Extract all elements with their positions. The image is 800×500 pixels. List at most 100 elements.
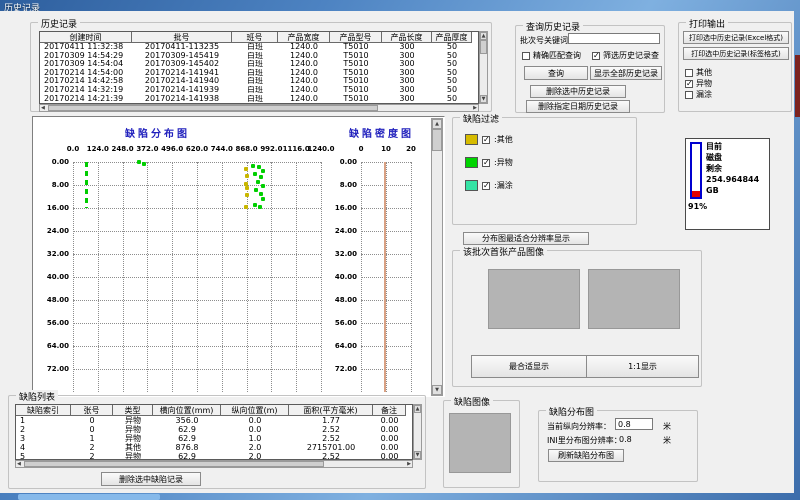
- column-header[interactable]: 产品厚度: [432, 32, 472, 43]
- fit-display-button[interactable]: 最合适显示: [471, 355, 587, 378]
- table-row[interactable]: 20170214 14:32:1920170214-141939白班1240.0…: [40, 86, 478, 95]
- table-cell: 0.00: [373, 452, 406, 460]
- checkbox-icon[interactable]: [482, 182, 490, 190]
- y-tick-label: 24.00: [39, 227, 69, 235]
- delete-defect-button[interactable]: 删除选中缺陷记录: [101, 472, 201, 486]
- table-cell: 20170214 14:21:39: [40, 95, 132, 104]
- table-cell: 1240.0: [278, 69, 330, 78]
- table-row[interactable]: 20170214 14:54:0020170214-141941白班1240.0…: [40, 69, 478, 78]
- scroll-right-icon[interactable]: ▶: [473, 105, 477, 112]
- table-row[interactable]: 20170214 14:21:3920170214-141938白班1240.0…: [40, 95, 478, 104]
- table-row[interactable]: 42其他876.82.02715701.000.00: [16, 443, 412, 452]
- table-row[interactable]: 20170214 14:42:5820170214-141940白班1240.0…: [40, 77, 478, 86]
- table-cell: T5010: [330, 60, 382, 69]
- scroll-up-icon[interactable]: ▲: [414, 405, 421, 413]
- checkbox-icon[interactable]: [482, 159, 490, 167]
- unit-label: 米: [663, 421, 671, 432]
- show-all-button[interactable]: 显示全部历史记录: [590, 66, 662, 80]
- checkbox-icon[interactable]: [522, 52, 530, 60]
- scroll-left-icon[interactable]: ◀: [17, 461, 21, 468]
- column-header[interactable]: 面积(平方毫米): [289, 405, 373, 416]
- checkbox-icon[interactable]: [482, 136, 490, 144]
- gridline: [73, 323, 321, 324]
- scroll-thumb[interactable]: [432, 129, 442, 151]
- print-filter-checkbox[interactable]: 漏涂: [685, 89, 712, 100]
- column-header[interactable]: 创建时间: [40, 32, 132, 43]
- column-header[interactable]: 产品长度: [382, 32, 432, 43]
- defect-vertical-scrollbar[interactable]: ▲ ▼: [413, 404, 422, 460]
- desktop-background-patch: [795, 55, 800, 117]
- scroll-thumb[interactable]: [48, 105, 378, 111]
- filter-history-checkbox[interactable]: 筛选历史记录查: [592, 50, 659, 61]
- defect-image-placeholder: [449, 413, 511, 473]
- defect-filter-group: 缺陷过滤 :其他:异物:漏涂: [452, 117, 637, 225]
- checkbox-icon[interactable]: [685, 80, 693, 88]
- table-cell: 20170214 14:42:58: [40, 77, 132, 86]
- scroll-up-icon[interactable]: ▲: [480, 32, 487, 40]
- gridline: [73, 254, 321, 255]
- column-header[interactable]: 纵向位置(m): [221, 405, 289, 416]
- chart-vertical-scrollbar[interactable]: ▲ ▼: [431, 118, 443, 396]
- scroll-thumb[interactable]: [24, 461, 324, 467]
- column-header[interactable]: 班号: [232, 32, 278, 43]
- column-header[interactable]: 产品宽度: [278, 32, 330, 43]
- legend-item: :其他: [465, 134, 513, 145]
- table-row[interactable]: 31异物62.91.02.520.00: [16, 434, 412, 443]
- defect-point: [244, 167, 248, 171]
- product-image-1: [488, 269, 580, 329]
- checkbox-icon[interactable]: [685, 69, 693, 77]
- column-header[interactable]: 批号: [132, 32, 232, 43]
- checkbox-icon[interactable]: [685, 91, 693, 99]
- scroll-down-icon[interactable]: ▼: [480, 95, 487, 103]
- print-label-button[interactable]: 打印选中历史记录(标签格式): [683, 47, 789, 60]
- column-header[interactable]: 备注: [373, 405, 406, 416]
- history-vertical-scrollbar[interactable]: ▲ ▼: [479, 31, 488, 104]
- refresh-distribution-button[interactable]: 刷新缺陷分布图: [548, 449, 624, 462]
- scroll-left-icon[interactable]: ◀: [41, 105, 45, 112]
- print-filter-checkbox[interactable]: 异物: [685, 78, 712, 89]
- legend-item: :漏涂: [465, 180, 513, 191]
- keyword-label: 批次号关键词: [520, 35, 568, 46]
- disk-space-gauge: 目前磁盘剩余254.964844GB 91%: [685, 138, 770, 230]
- table-row[interactable]: 20异物62.90.02.520.00: [16, 425, 412, 434]
- scroll-thumb[interactable]: [480, 40, 487, 54]
- current-resolution-input[interactable]: [615, 418, 653, 430]
- table-row[interactable]: 10异物356.00.01.770.00: [16, 416, 412, 425]
- table-cell: 2.0: [221, 452, 289, 460]
- table-row[interactable]: 20170309 14:54:2920170309-145419白班1240.0…: [40, 52, 478, 61]
- column-header[interactable]: 横向位置(mm): [153, 405, 221, 416]
- table-row[interactable]: 20170411 11:32:3820170411-113235白班1240.0…: [40, 43, 478, 52]
- scroll-up-icon[interactable]: ▲: [432, 119, 442, 129]
- column-header[interactable]: 缺陷索引: [16, 405, 71, 416]
- checkbox-icon[interactable]: [592, 52, 600, 60]
- table-cell: 50: [432, 77, 472, 86]
- x-tick-label: 1240.0: [305, 145, 337, 153]
- scroll-down-icon[interactable]: ▼: [414, 451, 421, 459]
- column-header[interactable]: 张号: [71, 405, 113, 416]
- exact-match-checkbox[interactable]: 精确匹配查询: [522, 50, 581, 61]
- delete-selected-history-button[interactable]: 删除选中历史记录: [530, 85, 626, 98]
- table-row[interactable]: 52异物62.92.02.520.00: [16, 452, 412, 460]
- one-to-one-display-button[interactable]: 1:1显示: [586, 355, 699, 378]
- table-row[interactable]: 20170309 14:54:0420170309-145402白班1240.0…: [40, 60, 478, 69]
- best-resolution-button[interactable]: 分布图最适合分辨率显示: [463, 232, 589, 245]
- query-button[interactable]: 查询: [524, 66, 588, 80]
- print-excel-button[interactable]: 打印选中历史记录(Excel格式): [683, 31, 789, 44]
- scroll-down-icon[interactable]: ▼: [432, 385, 442, 395]
- table-cell: 20170309 14:54:29: [40, 52, 132, 61]
- gridline: [361, 185, 411, 186]
- table-cell: 20170214 14:54:00: [40, 69, 132, 78]
- defect-table[interactable]: 缺陷索引张号类型横向位置(mm)纵向位置(m)面积(平方毫米)备注10异物356…: [15, 404, 413, 460]
- history-horizontal-scrollbar[interactable]: ◀ ▶: [39, 104, 479, 112]
- column-header[interactable]: 产品型号: [330, 32, 382, 43]
- column-header[interactable]: 类型: [113, 405, 153, 416]
- history-table[interactable]: 创建时间批号班号产品宽度产品型号产品长度产品厚度20170411 11:32:3…: [39, 31, 479, 104]
- gridline: [361, 208, 411, 209]
- scroll-right-icon[interactable]: ▶: [407, 461, 411, 468]
- print-filter-checkbox[interactable]: 其他: [685, 67, 712, 78]
- delete-by-date-button[interactable]: 删除指定日期历史记录: [526, 100, 630, 113]
- defect-horizontal-scrollbar[interactable]: ◀ ▶: [15, 460, 413, 468]
- table-cell: 异物: [113, 416, 153, 425]
- keyword-input[interactable]: [568, 33, 660, 44]
- taskbar-item[interactable]: [18, 494, 160, 500]
